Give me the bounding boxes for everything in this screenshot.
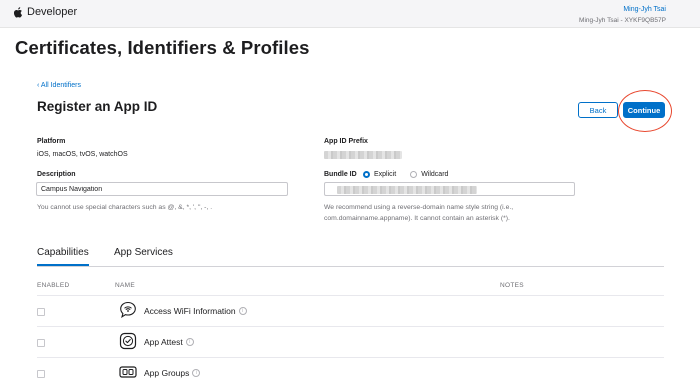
bundle-id-help: We recommend using a reverse-domain name… [324, 203, 513, 224]
apple-logo-icon [14, 6, 23, 18]
tab-capabilities[interactable]: Capabilities [37, 247, 89, 266]
account-name[interactable]: Ming-Jyh Tsai [579, 4, 666, 15]
explicit-radio-dot[interactable] [363, 171, 370, 178]
capability-row: Access WiFi Information i [37, 295, 664, 326]
explicit-radio[interactable]: Explicit [363, 171, 396, 178]
column-notes: NOTES [500, 282, 524, 289]
capability-name: App Attest i [144, 337, 194, 347]
column-name: NAME [115, 282, 135, 289]
all-identifiers-link[interactable]: ‹ All Identifiers [37, 82, 81, 89]
description-label: Description [37, 171, 76, 178]
info-icon[interactable]: i [192, 369, 201, 377]
info-icon[interactable]: i [238, 307, 247, 315]
bundle-id-label: Bundle ID [324, 171, 357, 178]
tab-app-services[interactable]: App Services [114, 247, 173, 265]
capability-name: App Groups i [144, 368, 201, 378]
capability-label: App Groups [144, 368, 190, 378]
explicit-label: Explicit [374, 171, 397, 178]
capability-label: Access WiFi Information [144, 306, 236, 316]
description-help: You cannot use special characters such a… [37, 204, 213, 211]
app-id-prefix-label: App ID Prefix [324, 138, 368, 145]
platform-label: Platform [37, 138, 66, 145]
account-menu[interactable]: Ming-Jyh Tsai Ming-Jyh Tsai - XYKF9QB57P [579, 4, 666, 26]
wifi-bubble-icon [120, 301, 136, 319]
capability-checkbox[interactable] [37, 370, 45, 378]
capability-checkbox[interactable] [37, 308, 45, 316]
platform-value: iOS, macOS, tvOS, watchOS [37, 151, 128, 158]
brand-label: Developer [27, 6, 78, 18]
wildcard-label: Wildcard [421, 171, 449, 178]
wildcard-radio-dot[interactable] [410, 171, 418, 178]
bundle-id-type: Explicit Wildcard [363, 171, 462, 178]
continue-button[interactable]: Continue [623, 102, 665, 118]
bundle-id-redacted [337, 186, 477, 194]
capability-checkbox[interactable] [37, 339, 45, 347]
wildcard-radio[interactable]: Wildcard [410, 171, 448, 178]
bundle-id-input[interactable] [324, 182, 575, 196]
developer-brand[interactable]: Developer [14, 6, 77, 18]
capability-name: Access WiFi Information i [144, 306, 247, 316]
column-enabled: ENABLED [37, 282, 70, 289]
capability-label: App Attest [144, 337, 183, 347]
capability-row: App Groups i [37, 357, 664, 388]
app-groups-icon [119, 366, 137, 378]
bundle-id-help-line-2: com.domainname.appname). It cannot conta… [324, 214, 510, 222]
capability-tabs: Capabilities App Services [37, 247, 664, 267]
bundle-id-help-line-1: We recommend using a reverse-domain name… [324, 204, 514, 211]
info-icon[interactable]: i [185, 338, 194, 346]
capability-row: App Attest i [37, 326, 664, 357]
page-title: Certificates, Identifiers & Profiles [15, 37, 310, 58]
section-title: Register an App ID [37, 99, 158, 114]
description-input[interactable] [36, 182, 288, 196]
app-id-prefix-redacted [324, 151, 402, 159]
app-attest-icon [119, 332, 137, 350]
top-bar: Developer Ming-Jyh Tsai Ming-Jyh Tsai - … [0, 0, 700, 28]
back-button[interactable]: Back [578, 102, 618, 118]
account-team: Ming-Jyh Tsai - XYKF9QB57P [579, 17, 666, 24]
